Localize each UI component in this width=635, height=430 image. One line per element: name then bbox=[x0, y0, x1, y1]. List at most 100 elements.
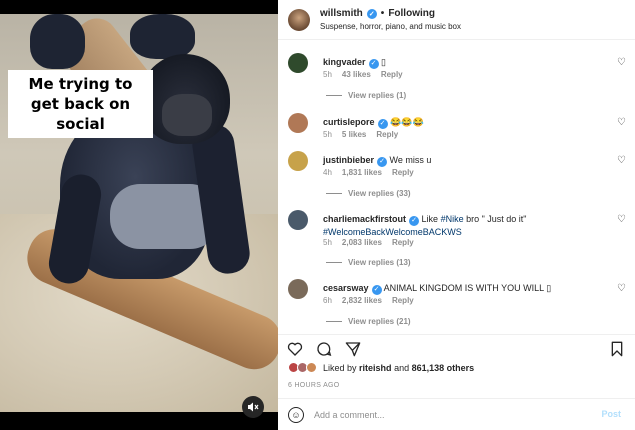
heart-icon[interactable] bbox=[287, 341, 303, 357]
replies-line bbox=[326, 262, 342, 263]
comment-username[interactable]: cesarsway bbox=[323, 283, 369, 293]
post-photo: Me trying to get back on social bbox=[0, 14, 278, 412]
comment-input[interactable] bbox=[314, 406, 564, 424]
comment-text: 😂😂😂 bbox=[390, 117, 424, 127]
replies-line bbox=[326, 193, 342, 194]
commenter-avatar[interactable] bbox=[288, 53, 308, 73]
commenter-avatar[interactable] bbox=[288, 279, 308, 299]
comment-text: ANIMAL KINGDOM IS WITH YOU WILL ▯ bbox=[383, 283, 552, 293]
reply-button[interactable]: Reply bbox=[392, 238, 414, 247]
comment-time: 5h bbox=[323, 130, 332, 139]
comment-username[interactable]: curtislepore bbox=[323, 117, 375, 127]
comment-username[interactable]: justinbieber bbox=[323, 155, 374, 165]
hashtag-link[interactable]: #Nike bbox=[441, 214, 464, 224]
commenter-avatar[interactable] bbox=[288, 113, 308, 133]
comment-likes[interactable]: 43 likes bbox=[342, 70, 371, 79]
verified-badge-icon: ✓ bbox=[377, 157, 388, 167]
comment-meta: 6h 2,832 likes Reply bbox=[323, 296, 414, 305]
comment-text: ▯ bbox=[381, 57, 386, 67]
comment-heart-icon[interactable]: ♡ bbox=[617, 118, 627, 128]
speaker-muted-icon-graphic bbox=[248, 402, 259, 412]
comment-meta: 5h 5 likes Reply bbox=[323, 130, 398, 139]
comment-likes[interactable]: 2,083 likes bbox=[342, 238, 382, 247]
separator-dot: • bbox=[380, 8, 385, 19]
comment-username[interactable]: kingvader bbox=[323, 57, 366, 67]
likes-prefix: Liked by bbox=[323, 362, 357, 373]
likes-summary[interactable]: Liked by riteishd and 861,138 others bbox=[288, 362, 474, 373]
post-header: willsmith ✓ • Following Suspense, horror… bbox=[278, 0, 635, 40]
commenter-avatar[interactable] bbox=[288, 151, 308, 171]
caption-overlay: Me trying to get back on social bbox=[8, 70, 153, 138]
comment-heart-icon[interactable]: ♡ bbox=[617, 215, 627, 225]
likes-user[interactable]: riteishd bbox=[359, 363, 392, 373]
likes-count[interactable]: 861,138 others bbox=[412, 363, 475, 373]
reply-button[interactable]: Reply bbox=[376, 130, 398, 139]
view-replies-button[interactable]: View replies (1) bbox=[326, 91, 406, 100]
author-bio: Suspense, horror, piano, and music box bbox=[320, 22, 461, 31]
view-replies-label: View replies (13) bbox=[348, 258, 411, 267]
comment-time: 5h bbox=[323, 238, 332, 247]
comment-body: cesarsway ✓ ANIMAL KINGDOM IS WITH YOU WI… bbox=[323, 282, 603, 295]
speaker-muted-icon[interactable] bbox=[242, 396, 264, 418]
commenter-avatar[interactable] bbox=[288, 210, 308, 230]
view-replies-label: View replies (21) bbox=[348, 317, 411, 326]
background-gorilla bbox=[130, 14, 195, 59]
verified-badge-icon: ✓ bbox=[371, 285, 382, 295]
reply-button[interactable]: Reply bbox=[392, 168, 414, 177]
comment-likes[interactable]: 5 likes bbox=[342, 130, 366, 139]
action-bar bbox=[278, 334, 635, 362]
replies-line bbox=[326, 95, 342, 96]
author-line: willsmith ✓ • Following bbox=[320, 8, 435, 19]
comment-time: 4h bbox=[323, 168, 332, 177]
comment-likes[interactable]: 1,831 likes bbox=[342, 168, 382, 177]
view-replies-label: View replies (33) bbox=[348, 189, 411, 198]
view-replies-label: View replies (1) bbox=[348, 91, 407, 100]
verified-badge-icon: ✓ bbox=[377, 119, 388, 129]
reply-button[interactable]: Reply bbox=[392, 296, 414, 305]
comment-body: justinbieber ✓ We miss u bbox=[323, 154, 603, 167]
post-comment-button[interactable]: Post bbox=[601, 409, 621, 419]
hashtag-link[interactable]: #WelcomeBackWelcomeBACKWS bbox=[323, 227, 462, 237]
view-replies-button[interactable]: View replies (13) bbox=[326, 258, 411, 267]
comment-icon[interactable] bbox=[316, 341, 332, 357]
view-replies-button[interactable]: View replies (21) bbox=[326, 317, 411, 326]
author-avatar[interactable] bbox=[288, 9, 310, 31]
background-gorilla bbox=[30, 14, 85, 69]
comment-heart-icon[interactable]: ♡ bbox=[617, 58, 627, 68]
author-username[interactable]: willsmith bbox=[320, 8, 363, 19]
comment-text-prefix: Like bbox=[421, 214, 441, 224]
liker-avatar bbox=[306, 362, 317, 373]
emoji-icon[interactable]: ☺ bbox=[288, 407, 304, 423]
comment-body: charliemackfirstout ✓ Like #Nike bro " Ju… bbox=[323, 213, 603, 238]
comment-body: kingvader ✓ ▯ bbox=[323, 56, 603, 69]
verified-badge-icon: ✓ bbox=[368, 59, 379, 69]
post-panel: willsmith ✓ • Following Suspense, horror… bbox=[278, 0, 635, 430]
comment-text-mid: bro " Just do it" bbox=[463, 214, 527, 224]
likes-joiner: and bbox=[394, 362, 410, 373]
comment-username[interactable]: charliemackfirstout bbox=[323, 214, 406, 224]
view-replies-button[interactable]: View replies (33) bbox=[326, 189, 411, 198]
comment-likes[interactable]: 2,832 likes bbox=[342, 296, 382, 305]
comment-meta: 5h 43 likes Reply bbox=[323, 70, 403, 79]
likes-text: Liked by riteishd and 861,138 others bbox=[323, 363, 474, 373]
replies-line bbox=[326, 321, 342, 322]
verified-badge-icon: ✓ bbox=[409, 216, 420, 226]
post-media[interactable]: Me trying to get back on social bbox=[0, 0, 278, 430]
comment-text: We miss u bbox=[389, 155, 432, 165]
paper-plane-icon[interactable] bbox=[345, 341, 361, 357]
verified-badge-icon: ✓ bbox=[366, 8, 377, 19]
reply-button[interactable]: Reply bbox=[381, 70, 403, 79]
following-button[interactable]: Following bbox=[388, 8, 435, 19]
comment-heart-icon[interactable]: ♡ bbox=[617, 156, 627, 166]
post-timestamp: 6 HOURS AGO bbox=[288, 382, 340, 389]
bookmark-icon[interactable] bbox=[609, 341, 625, 357]
comment-meta: 4h 1,831 likes Reply bbox=[323, 168, 414, 177]
comment-body: curtislepore ✓ 😂😂😂 bbox=[323, 116, 603, 129]
add-comment-bar: ☺ Post bbox=[278, 398, 635, 430]
comment-meta: 5h 2,083 likes Reply bbox=[323, 238, 414, 247]
comments-list[interactable]: kingvader ✓ ▯ 5h 43 likes Reply ♡ View re… bbox=[278, 41, 635, 333]
comment-time: 6h bbox=[323, 296, 332, 305]
comment-time: 5h bbox=[323, 70, 332, 79]
gorilla-face bbox=[162, 94, 212, 136]
comment-heart-icon[interactable]: ♡ bbox=[617, 284, 627, 294]
